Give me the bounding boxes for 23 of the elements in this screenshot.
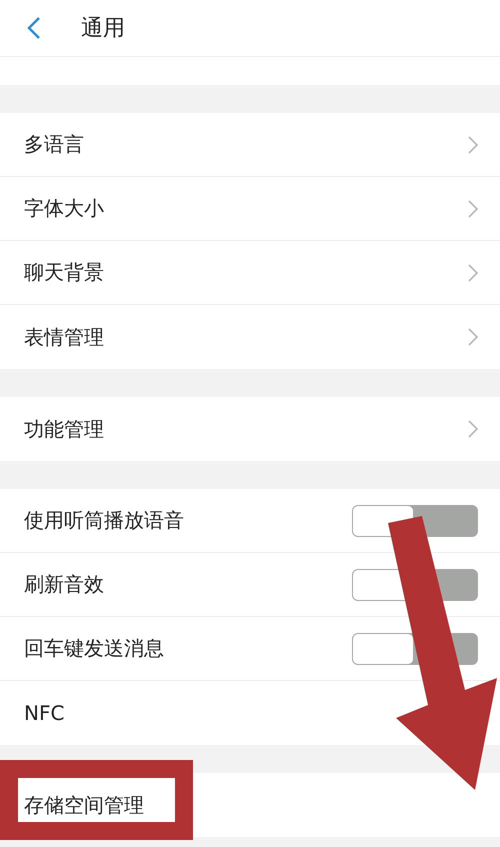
row-label: 聊天背景: [24, 259, 104, 286]
row-label: 存储空间管理: [24, 792, 144, 818]
row-label: 使用听筒播放语音: [24, 507, 184, 534]
row-label: 功能管理: [24, 416, 104, 442]
chevron-icon: [468, 328, 478, 346]
row-label: 回车键发送消息: [24, 635, 164, 662]
settings-row[interactable]: 多语言: [0, 113, 500, 177]
row-label: 字体大小: [24, 195, 104, 222]
chevron-icon: [468, 264, 478, 282]
chevron-icon: [468, 420, 478, 438]
back-icon[interactable]: [27, 16, 41, 40]
settings-row[interactable]: 功能管理: [0, 397, 500, 461]
row-label: 多语言: [24, 131, 84, 158]
settings-row[interactable]: 聊天背景: [0, 241, 500, 305]
row-label: 刷新音效: [24, 571, 104, 598]
row-label: 表情管理: [24, 324, 104, 350]
row-label: NFC: [24, 701, 64, 725]
settings-row[interactable]: 表情管理: [0, 305, 500, 369]
chevron-icon: [468, 200, 478, 218]
settings-row[interactable]: NFC: [0, 681, 500, 745]
chevron-icon: [468, 136, 478, 154]
settings-row[interactable]: 字体大小: [0, 177, 500, 241]
page-title: 通用: [81, 15, 125, 43]
